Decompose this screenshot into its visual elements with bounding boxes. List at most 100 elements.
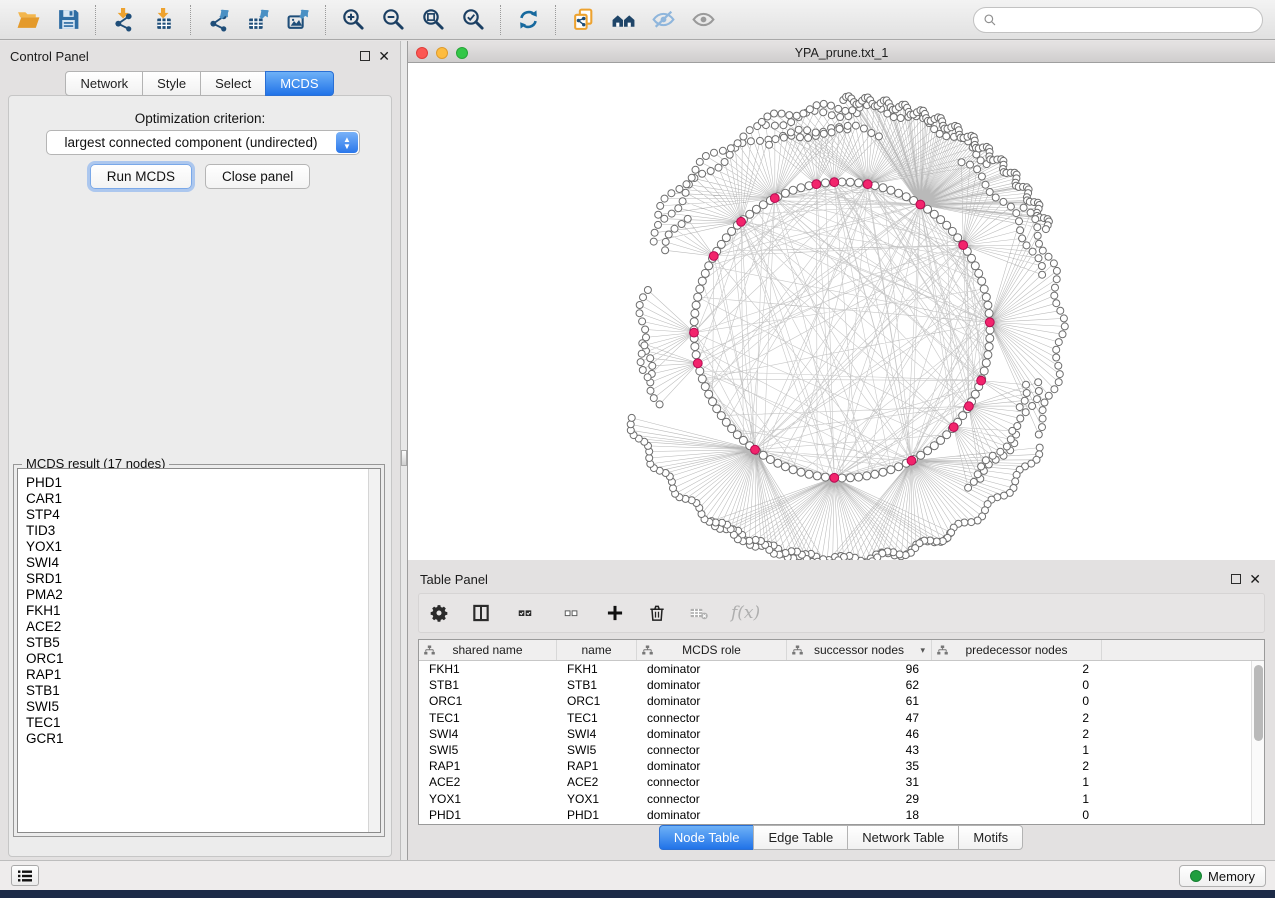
mcds-result-list[interactable]: PHD1CAR1STP4TID3YOX1SWI4SRD1PMA2FKH1ACE2… (17, 468, 381, 833)
close-table-panel-icon[interactable]: ✕ (1249, 574, 1261, 584)
splitter-handle[interactable] (401, 450, 407, 466)
table-row[interactable]: YOX1YOX1connector291 (419, 791, 1264, 807)
tab-network-table[interactable]: Network Table (847, 825, 959, 850)
mcds-result-scrollbar[interactable] (368, 469, 380, 832)
float-table-panel-icon[interactable] (1231, 574, 1241, 584)
mcds-result-item[interactable]: CAR1 (18, 491, 380, 507)
tab-network[interactable]: Network (65, 71, 143, 96)
mcds-result-item[interactable]: ACE2 (18, 619, 380, 635)
memory-button[interactable]: Memory (1179, 865, 1266, 887)
column-header-predecessor-nodes[interactable]: predecessor nodes (932, 640, 1102, 660)
table-row[interactable]: RAP1RAP1dominator352 (419, 758, 1264, 774)
choose-columns-button[interactable] (471, 603, 491, 623)
cell-predecessor-nodes: 1 (932, 743, 1102, 757)
memory-status-icon (1190, 870, 1202, 882)
table-row[interactable]: SWI5SWI5connector431 (419, 742, 1264, 758)
table-row[interactable]: TEC1TEC1connector472 (419, 710, 1264, 726)
tab-mcds[interactable]: MCDS (265, 71, 333, 96)
close-panel-button[interactable]: Close panel (205, 164, 310, 189)
export-network-button[interactable] (198, 4, 238, 36)
table-row[interactable]: SWI4SWI4dominator462 (419, 726, 1264, 742)
table-settings-button[interactable] (429, 603, 449, 623)
cell-name: TEC1 (557, 711, 637, 725)
network-graph[interactable] (408, 63, 1275, 560)
selected-criterion: largest connected component (undirected) (47, 135, 335, 150)
tab-node-table[interactable]: Node Table (659, 825, 755, 850)
task-history-button[interactable] (11, 865, 39, 886)
column-header-shared-name[interactable]: shared name (419, 640, 557, 660)
mcds-result-item[interactable]: TID3 (18, 523, 380, 539)
table-header-row: shared name nameMCDS rolesuccessor nodes▾… (419, 640, 1264, 661)
mcds-result-item[interactable]: SWI5 (18, 699, 380, 715)
first-neighbors-button[interactable] (603, 4, 643, 36)
search-input[interactable] (1003, 10, 1253, 30)
mcds-result-item[interactable]: YOX1 (18, 539, 380, 555)
show-all-button[interactable] (683, 4, 723, 36)
tab-edge-table[interactable]: Edge Table (753, 825, 848, 850)
search-box[interactable] (973, 7, 1263, 33)
mcds-result-item[interactable]: PHD1 (18, 475, 380, 491)
column-header-name[interactable]: name (557, 640, 637, 660)
zoom-in-button[interactable] (333, 4, 373, 36)
status-bar: Memory (0, 860, 1275, 890)
mcds-result-item[interactable]: SRD1 (18, 571, 380, 587)
export-image-button[interactable] (278, 4, 318, 36)
network-window-titlebar[interactable]: YPA_prune.txt_1 (408, 44, 1275, 63)
table-scrollbar[interactable] (1251, 661, 1264, 824)
import-network-button[interactable] (103, 4, 143, 36)
zoom-out-button[interactable] (373, 4, 413, 36)
panel-splitter[interactable] (400, 41, 408, 860)
cell-successor-nodes: 62 (787, 678, 932, 692)
save-session-button[interactable] (48, 4, 88, 36)
table-scrollbar-thumb[interactable] (1254, 665, 1263, 741)
run-mcds-button[interactable]: Run MCDS (90, 164, 192, 189)
close-panel-icon[interactable]: ✕ (378, 51, 390, 61)
tab-select[interactable]: Select (200, 71, 266, 96)
mcds-result-item[interactable]: FKH1 (18, 603, 380, 619)
cell-mcds-role: connector (637, 775, 787, 789)
import-table-button[interactable] (143, 4, 183, 36)
graph-ring-nodes[interactable] (690, 178, 994, 482)
cell-shared-name: FKH1 (419, 662, 557, 676)
zoom-selected-button[interactable] (453, 4, 493, 36)
first-neighbors-icon (611, 7, 636, 32)
table-panel: Table Panel ✕ f(x) shared namenameMCDS r… (408, 563, 1275, 858)
table-row[interactable]: ORC1ORC1dominator610 (419, 693, 1264, 709)
table-row[interactable]: STB1STB1dominator620 (419, 677, 1264, 693)
mcds-result-item[interactable]: TEC1 (18, 715, 380, 731)
mcds-result-item[interactable]: SWI4 (18, 555, 380, 571)
export-table-button[interactable] (238, 4, 278, 36)
mcds-result-item[interactable]: ORC1 (18, 651, 380, 667)
cell-successor-nodes: 61 (787, 694, 932, 708)
add-column-button[interactable] (605, 603, 625, 623)
mcds-result-item[interactable]: PMA2 (18, 587, 380, 603)
duplicate-network-button[interactable] (563, 4, 603, 36)
mcds-result-item[interactable]: GCR1 (18, 731, 380, 747)
refresh-layout-button[interactable] (508, 4, 548, 36)
mcds-result-item[interactable]: RAP1 (18, 667, 380, 683)
tab-motifs[interactable]: Motifs (958, 825, 1023, 850)
mcds-result-item[interactable]: STB1 (18, 683, 380, 699)
tab-style[interactable]: Style (142, 71, 201, 96)
float-panel-icon[interactable] (360, 51, 370, 61)
desktop-background (0, 890, 1275, 898)
mcds-result-item[interactable]: STB5 (18, 635, 380, 651)
optimization-criterion-select[interactable]: largest connected component (undirected)… (46, 130, 360, 155)
main-toolbar (0, 0, 1275, 40)
zoom-fit-button[interactable] (413, 4, 453, 36)
table-toolbar: f(x) (418, 593, 1265, 633)
mcds-result-item[interactable]: STP4 (18, 507, 380, 523)
open-file-button[interactable] (8, 4, 48, 36)
column-header-successor-nodes[interactable]: successor nodes▾ (787, 640, 932, 660)
select-all-checkboxes-button[interactable] (513, 606, 537, 621)
delete-column-button[interactable] (647, 603, 667, 623)
table-row[interactable]: FKH1FKH1dominator962 (419, 661, 1264, 677)
cell-shared-name: YOX1 (419, 792, 557, 806)
deselect-all-checkboxes-button[interactable] (559, 606, 583, 621)
hide-selected-button[interactable] (643, 4, 683, 36)
network-canvas[interactable] (408, 63, 1275, 560)
table-row[interactable]: PHD1PHD1dominator180 (419, 807, 1264, 823)
column-header-mcds-role[interactable]: MCDS role (637, 640, 787, 660)
table-row[interactable]: ACE2ACE2connector311 (419, 774, 1264, 790)
column-label: shared name (452, 643, 522, 657)
